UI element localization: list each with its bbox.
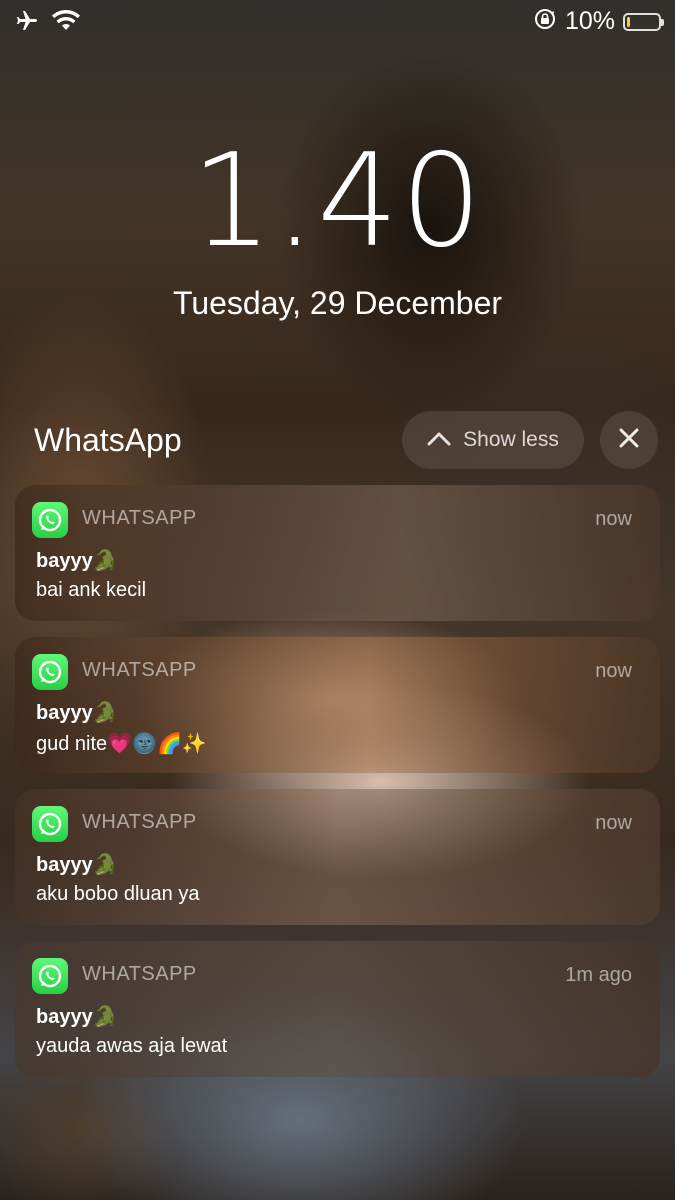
notification-message: gud nite💗🌚🌈✨ [36,733,207,755]
airplane-icon [14,9,40,38]
lock-screen-date: Tuesday, 29 December [172,285,503,321]
notification-time: now [595,812,632,834]
notification-card[interactable]: WHATSAPP now bayyy🐊 aku bobo dluan ya [15,789,660,925]
notification-time: 1m ago [565,964,632,986]
whatsapp-icon [32,806,68,842]
notification-app-name: WHATSAPP [82,659,197,681]
battery-icon [623,12,664,31]
notification-time: now [595,660,632,682]
notification-card[interactable]: WHATSAPP now bayyy🐊 gud nite💗🌚🌈✨ [15,637,660,773]
notification-sender: bayyy🐊 [36,854,118,876]
notification-app-name: WHATSAPP [82,811,197,833]
notification-card[interactable]: WHATSAPP now bayyy🐊 bai ank kecil [15,485,660,621]
notification-app-name: WHATSAPP [82,507,197,529]
show-less-button[interactable]: Show less [402,411,584,469]
battery-fill [627,16,630,27]
notification-message: aku bobo dluan ya [36,883,200,905]
whatsapp-icon [32,502,68,538]
status-bar: 10% [0,0,675,44]
notification-sender: bayyy🐊 [36,1006,118,1028]
whatsapp-icon [32,654,68,690]
notification-message: bai ank kecil [36,579,147,601]
show-less-label: Show less [463,428,559,451]
notification-time: now [595,508,632,530]
whatsapp-icon [32,958,68,994]
rotation-lock-icon [533,7,557,36]
notification-sender: bayyy🐊 [36,702,118,724]
notification-sender: bayyy🐊 [36,550,118,572]
notification-group-title: WhatsApp [34,422,182,458]
battery-percent: 10% [564,7,615,35]
notification-message: yauda awas aja lewat [36,1035,228,1057]
wifi-icon [52,10,80,37]
lock-screen-time: 1.40 [191,127,484,276]
notification-card[interactable]: WHATSAPP 1m ago bayyy🐊 yauda awas aja le… [15,941,660,1077]
clear-notifications-button[interactable] [600,411,658,469]
close-icon [618,427,640,454]
notification-app-name: WHATSAPP [82,963,197,985]
chevron-up-icon [427,428,451,452]
